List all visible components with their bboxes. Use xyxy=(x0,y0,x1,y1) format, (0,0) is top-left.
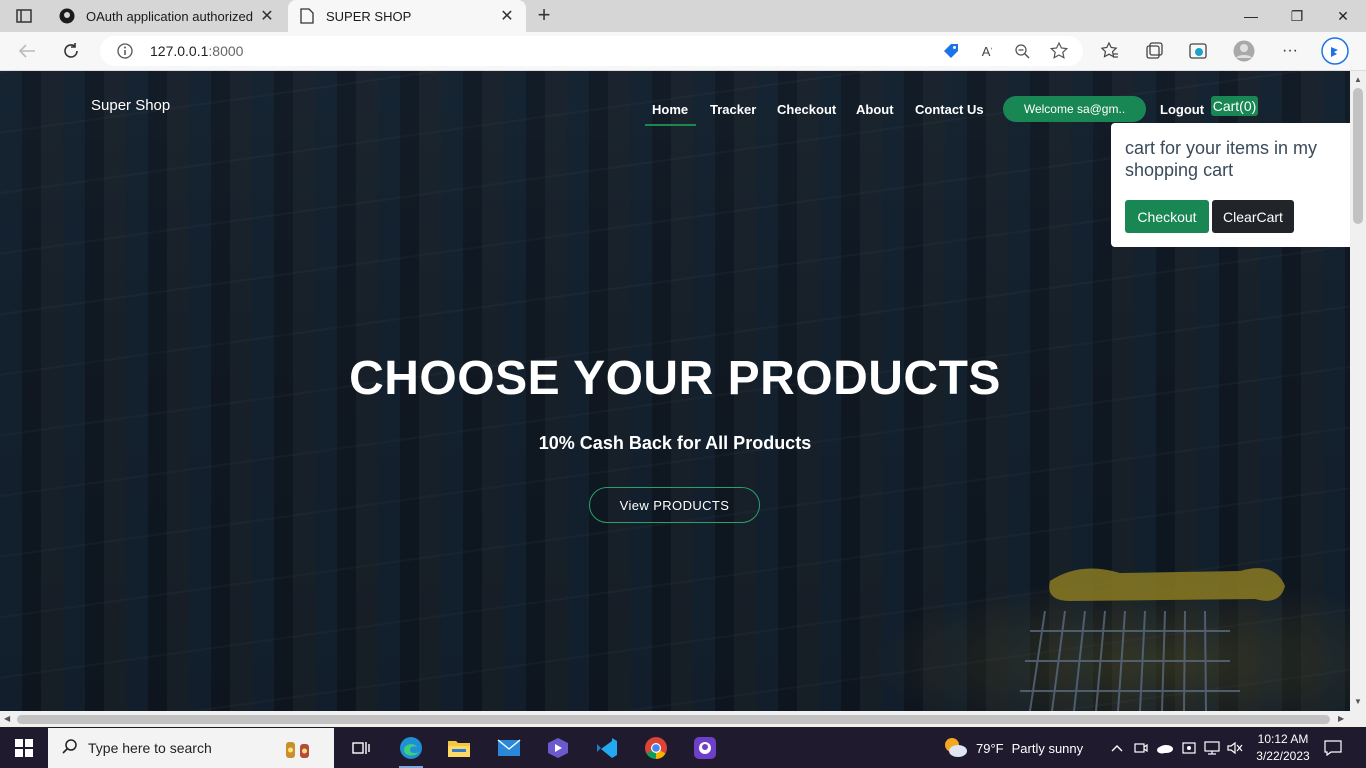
welcome-user-button[interactable]: Welcome sa@gm.. xyxy=(1003,96,1146,122)
nav-home[interactable]: Home xyxy=(652,102,688,117)
file-explorer-icon[interactable] xyxy=(443,732,475,764)
volume-muted-icon[interactable] xyxy=(1226,728,1244,768)
scrollbar-corner xyxy=(1350,711,1366,727)
nav-about[interactable]: About xyxy=(856,102,894,117)
github-desktop-icon[interactable] xyxy=(689,732,721,764)
more-menu-icon[interactable]: ··· xyxy=(1275,37,1305,65)
scroll-up-icon[interactable]: ▲ xyxy=(1354,75,1362,84)
scroll-right-icon[interactable]: ▶ xyxy=(1338,714,1344,723)
chevron-up-icon[interactable] xyxy=(1108,728,1126,768)
nav-tracker[interactable]: Tracker xyxy=(710,102,756,117)
tab-title: OAuth application authorized xyxy=(86,8,253,24)
task-view-icon[interactable] xyxy=(345,732,377,764)
tab-actions-icon[interactable] xyxy=(10,6,38,26)
cart-popover: cart for your items in my shopping cart … xyxy=(1111,123,1350,247)
favorites-icon[interactable] xyxy=(1095,37,1125,65)
nav-contact[interactable]: Contact Us xyxy=(915,102,984,117)
browser-essentials-icon[interactable] xyxy=(1183,37,1213,65)
network-icon[interactable] xyxy=(1203,728,1221,768)
github-icon xyxy=(58,7,76,25)
partly-sunny-icon xyxy=(942,735,968,762)
horizontal-scrollbar[interactable]: ◀ ▶ xyxy=(0,711,1350,727)
bing-chat-icon[interactable] xyxy=(1320,37,1350,65)
security-icon[interactable] xyxy=(1180,728,1198,768)
back-icon[interactable] xyxy=(12,37,42,65)
power-automate-icon[interactable] xyxy=(542,732,574,764)
browser-toolbar: 127.0.0.1:8000 Aʼ ··· xyxy=(0,32,1366,71)
read-aloud-icon[interactable]: Aʼ xyxy=(976,41,998,61)
vscode-icon[interactable] xyxy=(591,732,623,764)
view-products-button[interactable]: View PRODUCTS xyxy=(589,487,760,523)
search-placeholder: Type here to search xyxy=(88,740,212,756)
new-tab-button[interactable]: + xyxy=(533,4,555,26)
shopping-tag-icon[interactable] xyxy=(940,41,962,61)
tab-super-shop[interactable]: SUPER SHOP ✕ xyxy=(288,0,526,32)
weather-temp: 79°F xyxy=(976,740,1004,756)
lanterns-icon xyxy=(278,734,318,767)
clock-time: 10:12 AM xyxy=(1257,732,1309,746)
hero-title: CHOOSE YOUR PRODUCTS xyxy=(349,352,1001,405)
minimize-button[interactable]: — xyxy=(1228,0,1274,32)
search-icon xyxy=(62,738,78,759)
weather-condition: Partly sunny xyxy=(1011,740,1084,756)
page-icon xyxy=(298,7,316,25)
vertical-scrollbar[interactable]: ▲ ▼ xyxy=(1350,71,1366,711)
popover-checkout-button[interactable]: Checkout xyxy=(1125,200,1209,233)
chrome-icon[interactable] xyxy=(640,732,672,764)
site-brand[interactable]: Super Shop xyxy=(91,97,170,114)
collections-icon[interactable] xyxy=(1139,37,1169,65)
vertical-scroll-thumb[interactable] xyxy=(1353,88,1363,224)
cart-button[interactable]: Cart(0) xyxy=(1211,96,1258,116)
onedrive-icon[interactable] xyxy=(1155,728,1175,768)
cart-popover-text: cart for your items in my shopping cart xyxy=(1125,138,1318,180)
meet-now-icon[interactable] xyxy=(1132,728,1150,768)
window-close-button[interactable]: ✕ xyxy=(1320,0,1366,32)
clear-cart-button[interactable]: ClearCart xyxy=(1212,200,1294,233)
refresh-icon[interactable] xyxy=(56,37,86,65)
zoom-out-icon[interactable] xyxy=(1011,41,1033,61)
url-text: 127.0.0.1:8000 xyxy=(150,43,244,59)
windows-start-icon[interactable] xyxy=(0,728,48,768)
scroll-left-icon[interactable]: ◀ xyxy=(4,714,10,723)
nav-checkout[interactable]: Checkout xyxy=(777,102,836,117)
close-icon[interactable]: ✕ xyxy=(498,7,516,25)
windows-taskbar: Type here to search 79°F Partly sunny 10… xyxy=(0,728,1366,768)
taskbar-clock[interactable]: 10:12 AM 3/22/2023 xyxy=(1248,731,1318,765)
nav-active-indicator xyxy=(645,124,696,126)
edge-icon[interactable] xyxy=(395,732,427,768)
tab-title: SUPER SHOP xyxy=(326,8,412,24)
weather-widget[interactable]: 79°F Partly sunny xyxy=(942,728,1083,768)
shopping-cart-image xyxy=(1020,568,1285,711)
restore-button[interactable]: ❐ xyxy=(1274,0,1320,32)
profile-avatar[interactable] xyxy=(1229,37,1259,65)
info-icon[interactable] xyxy=(116,42,134,60)
hero-subtitle: 10% Cash Back for All Products xyxy=(538,433,812,453)
browser-tab-strip: OAuth application authorized ✕ SUPER SHO… xyxy=(0,0,1366,32)
close-icon[interactable]: ✕ xyxy=(258,7,276,25)
logout-link[interactable]: Logout xyxy=(1160,102,1204,117)
add-favorite-icon[interactable] xyxy=(1048,41,1070,61)
page-viewport: Super Shop Home Tracker Checkout About C… xyxy=(0,71,1350,711)
clock-date: 3/22/2023 xyxy=(1256,749,1310,763)
notifications-icon[interactable] xyxy=(1322,728,1344,768)
taskbar-search-box[interactable]: Type here to search xyxy=(48,728,334,768)
scroll-down-icon[interactable]: ▼ xyxy=(1354,697,1362,706)
tab-oauth[interactable]: OAuth application authorized ✕ xyxy=(48,0,286,32)
address-bar[interactable]: 127.0.0.1:8000 Aʼ xyxy=(100,36,1083,66)
horizontal-scroll-thumb[interactable] xyxy=(17,715,1330,724)
mail-icon[interactable] xyxy=(493,732,525,764)
